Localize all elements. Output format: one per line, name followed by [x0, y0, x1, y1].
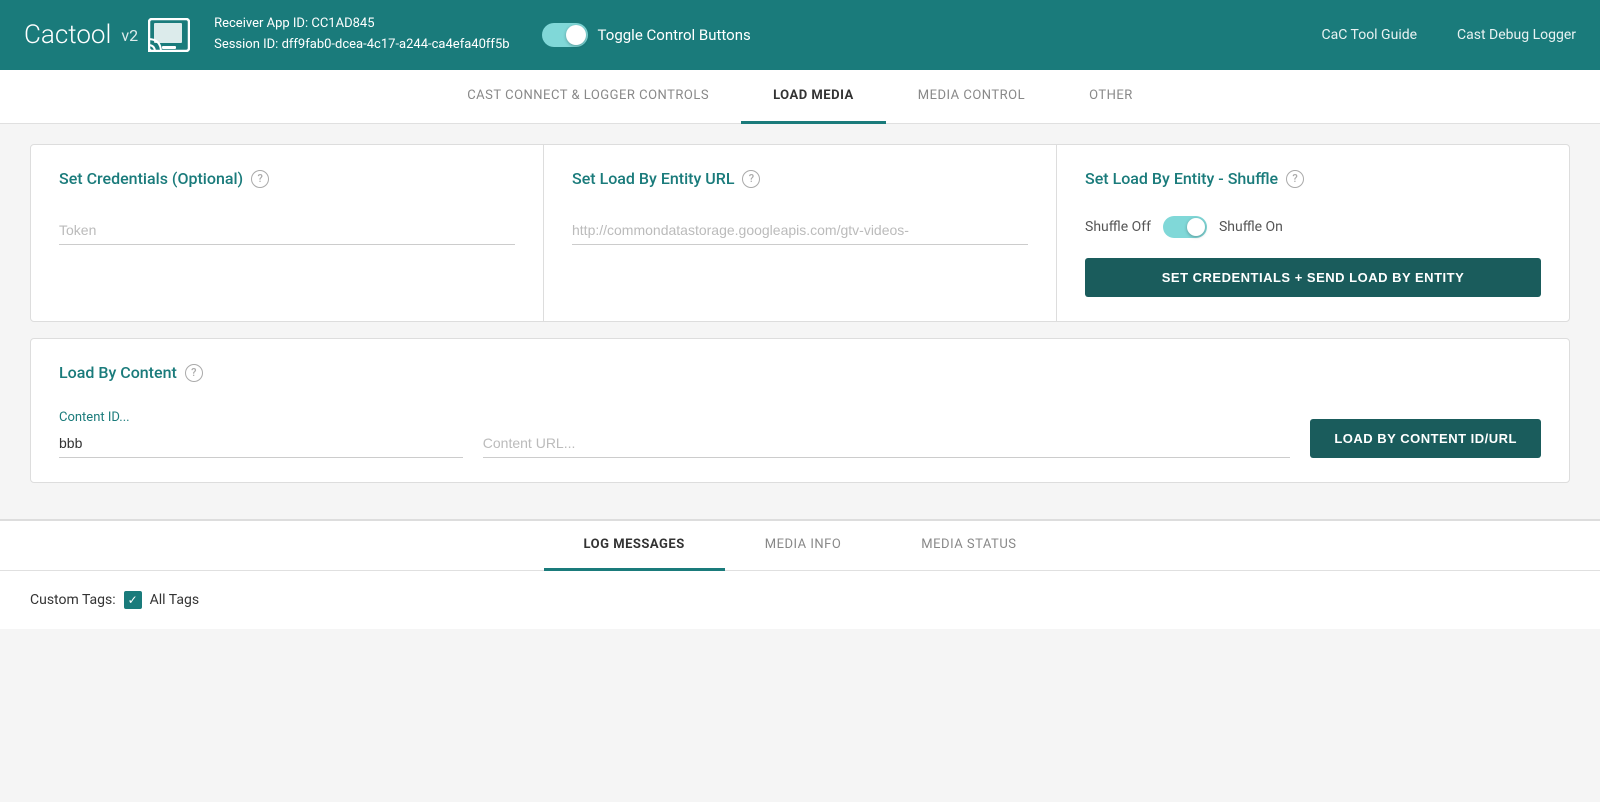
entity-shuffle-help-icon[interactable]: ? [1286, 170, 1304, 188]
entity-url-title-text: Set Load By Entity URL [572, 169, 734, 188]
cac-tool-guide-link[interactable]: CaC Tool Guide [1322, 27, 1418, 43]
tab-cast-connect[interactable]: CAST CONNECT & LOGGER CONTROLS [435, 70, 741, 124]
header-nav: CaC Tool Guide Cast Debug Logger [1322, 27, 1577, 43]
content-url-wrapper [483, 429, 1291, 458]
logo-version: v2 [121, 26, 138, 45]
toggle-control-label: Toggle Control Buttons [598, 26, 751, 44]
entity-shuffle-card: Set Load By Entity - Shuffle ? Shuffle O… [1057, 145, 1569, 321]
top-tabs-bar: CAST CONNECT & LOGGER CONTROLS LOAD MEDI… [0, 70, 1600, 124]
receiver-id: CC1AD845 [311, 16, 374, 31]
token-input[interactable] [59, 216, 515, 245]
tab-log-messages[interactable]: LOG MESSAGES [544, 521, 725, 571]
main-content: Set Credentials (Optional) ? Set Load By… [0, 124, 1600, 519]
bottom-section: LOG MESSAGES MEDIA INFO MEDIA STATUS Cus… [0, 520, 1600, 629]
all-tags-label: All Tags [150, 592, 199, 608]
load-content-title-text: Load By Content [59, 363, 177, 382]
bottom-tabs-bar: LOG MESSAGES MEDIA INFO MEDIA STATUS [0, 521, 1600, 571]
shuffle-off-label: Shuffle Off [1085, 219, 1151, 235]
logo: Cactool v2 [24, 18, 190, 52]
content-id-input[interactable] [59, 429, 463, 458]
receiver-label: Receiver App ID: [214, 16, 308, 31]
load-content-card-title: Load By Content ? [59, 363, 1541, 382]
tab-other[interactable]: OTHER [1057, 70, 1165, 124]
load-content-help-icon[interactable]: ? [185, 364, 203, 382]
tab-media-status[interactable]: MEDIA STATUS [881, 521, 1056, 571]
content-url-input[interactable] [483, 429, 1291, 458]
tab-load-media[interactable]: LOAD MEDIA [741, 70, 886, 124]
entity-url-help-icon[interactable]: ? [742, 170, 760, 188]
entity-shuffle-title-text: Set Load By Entity - Shuffle [1085, 169, 1278, 188]
entity-url-input[interactable] [572, 216, 1028, 245]
shuffle-toggle[interactable] [1163, 216, 1207, 238]
content-id-label: Content ID... [59, 410, 463, 425]
entity-shuffle-card-title: Set Load By Entity - Shuffle ? [1085, 169, 1541, 188]
toggle-control-buttons-section: Toggle Control Buttons [542, 23, 751, 47]
set-credentials-send-entity-button[interactable]: SET CREDENTIALS + SEND LOAD BY ENTITY [1085, 258, 1541, 297]
session-info: Receiver App ID: CC1AD845 Session ID: df… [214, 14, 509, 56]
tab-media-control[interactable]: MEDIA CONTROL [886, 70, 1057, 124]
session-id: dff9fab0-dcea-4c17-a244-ca4efa40ff5b [282, 37, 510, 52]
content-id-wrapper: Content ID... [59, 410, 463, 458]
shuffle-on-label: Shuffle On [1219, 219, 1283, 235]
cast-icon [148, 18, 190, 52]
credentials-card-title: Set Credentials (Optional) ? [59, 169, 515, 188]
logo-text: Cactool [24, 20, 111, 50]
cast-debug-logger-link[interactable]: Cast Debug Logger [1457, 27, 1576, 43]
credentials-help-icon[interactable]: ? [251, 170, 269, 188]
custom-tags-row: Custom Tags: All Tags [30, 591, 1570, 609]
custom-tags-label: Custom Tags: [30, 592, 116, 608]
shuffle-row: Shuffle Off Shuffle On [1085, 216, 1541, 238]
content-inputs-row: Content ID... LOAD BY CONTENT ID/URL [59, 410, 1541, 458]
all-tags-checkbox[interactable] [124, 591, 142, 609]
top-cards-row: Set Credentials (Optional) ? Set Load By… [30, 144, 1570, 322]
control-buttons-toggle[interactable] [542, 23, 588, 47]
tab-media-info[interactable]: MEDIA INFO [725, 521, 882, 571]
load-by-content-button[interactable]: LOAD BY CONTENT ID/URL [1310, 419, 1541, 458]
credentials-title-text: Set Credentials (Optional) [59, 169, 243, 188]
load-content-card: Load By Content ? Content ID... LOAD BY … [30, 338, 1570, 483]
bottom-content-area: Custom Tags: All Tags [0, 571, 1600, 629]
session-label: Session ID: [214, 37, 278, 52]
entity-url-card-title: Set Load By Entity URL ? [572, 169, 1028, 188]
entity-url-card: Set Load By Entity URL ? [544, 145, 1057, 321]
app-header: Cactool v2 Receiver App ID: CC1AD845 Ses… [0, 0, 1600, 70]
credentials-card: Set Credentials (Optional) ? [31, 145, 544, 321]
